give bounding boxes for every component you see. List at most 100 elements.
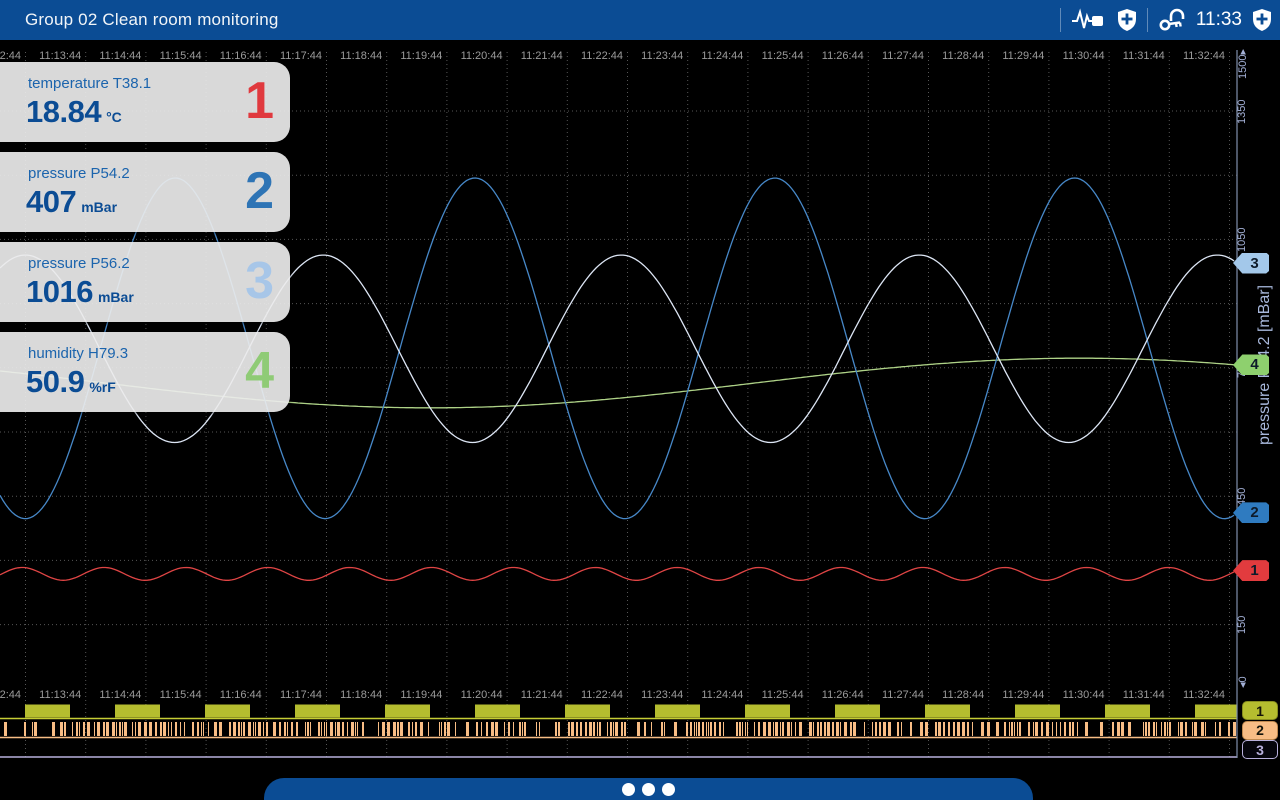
time-label: 11:31:44 <box>1123 689 1165 701</box>
event-row-badge-3[interactable]: 3 <box>1242 740 1278 759</box>
event-bar-row2 <box>219 722 222 736</box>
time-label: 11:12:44 <box>0 50 21 62</box>
event-bar-row2 <box>171 722 172 736</box>
event-bar-row2 <box>168 722 169 736</box>
event-bar-row2 <box>710 722 712 736</box>
event-bar-row2 <box>702 722 704 736</box>
event-bar-row1 <box>1015 705 1060 718</box>
channel-unit: mBar <box>81 199 117 215</box>
event-bar-row2 <box>476 722 478 736</box>
event-bar-row2 <box>690 722 692 736</box>
event-bar-row2 <box>883 722 886 736</box>
event-bar-row2 <box>1028 722 1030 736</box>
time-label: 11:24:44 <box>701 689 743 701</box>
event-bar-row2 <box>76 722 78 736</box>
event-bar-row2 <box>943 722 945 736</box>
event-bar-row2 <box>400 722 403 736</box>
event-bar-row2 <box>201 722 202 736</box>
event-bar-row2 <box>745 722 746 736</box>
channel-card-2[interactable]: pressure P54.2407mBar2 <box>0 152 290 232</box>
channel-value: 18.84 <box>26 94 101 130</box>
event-bar-row2 <box>795 722 796 736</box>
event-bar-row2 <box>324 722 325 736</box>
event-bar-row2 <box>420 722 423 736</box>
event-bar-row2 <box>719 722 721 736</box>
event-bar-row2 <box>739 722 741 736</box>
event-bar-row2 <box>1145 722 1147 736</box>
bottom-sheet-handle[interactable] <box>264 778 1033 800</box>
event-bar-row2 <box>1033 722 1034 736</box>
event-bar-row2 <box>347 722 348 736</box>
event-bar-row2 <box>624 722 626 736</box>
event-bar-row2 <box>953 722 955 736</box>
time-label: 11:23:44 <box>641 50 683 62</box>
event-bar-row1 <box>1195 705 1237 718</box>
channel-name: pressure P54.2 <box>28 165 130 182</box>
event-bar-row2 <box>138 722 141 736</box>
time-label: 11:30:44 <box>1063 50 1105 62</box>
y-tick-1350: 1350 <box>1236 100 1248 124</box>
event-bar-row2 <box>799 722 802 736</box>
event-bar-row2 <box>593 722 595 736</box>
channel-value: 407 <box>26 184 76 220</box>
event-bar-row2 <box>241 722 242 736</box>
event-bar-row2 <box>103 722 105 736</box>
event-bar-row2 <box>455 722 456 736</box>
event-bar-row2 <box>1121 722 1124 736</box>
time-label: 11:14:44 <box>99 689 141 701</box>
event-bar-row2 <box>351 722 354 736</box>
event-bar-row2 <box>824 722 826 736</box>
event-bar-row2 <box>342 722 344 736</box>
event-bar-row2 <box>310 722 311 736</box>
time-label: 11:30:44 <box>1063 689 1105 701</box>
event-bar-row2 <box>1069 722 1071 736</box>
event-bar-row2 <box>144 722 147 736</box>
event-bar-row1 <box>835 705 880 718</box>
event-bar-row2 <box>307 722 309 736</box>
event-bar-row2 <box>539 722 540 736</box>
event-bar-row2 <box>957 722 960 736</box>
event-bar-row2 <box>832 722 834 736</box>
event-row-badge-2[interactable]: 2 <box>1242 721 1278 740</box>
event-bar-row2 <box>79 722 80 736</box>
event-bar-row2 <box>775 722 778 736</box>
event-row-badge-1[interactable]: 1 <box>1242 701 1278 720</box>
event-bar-row2 <box>610 722 612 736</box>
time-label: 11:16:44 <box>220 50 262 62</box>
event-bar-row2 <box>192 722 194 736</box>
event-bar-row2 <box>513 722 514 736</box>
event-bar-row2 <box>758 722 760 736</box>
event-bar-row2 <box>576 722 578 736</box>
event-bar-row2 <box>508 722 510 736</box>
event-bar-row2 <box>987 722 990 736</box>
event-bar-row2 <box>1100 722 1103 736</box>
channel-card-3[interactable]: pressure P56.21016mBar3 <box>0 242 290 322</box>
event-bar-row2 <box>589 722 592 736</box>
event-bar-row2 <box>935 722 937 736</box>
event-bar-row2 <box>184 722 185 736</box>
event-bar-row2 <box>1228 722 1230 736</box>
event-bar-row2 <box>1052 722 1053 736</box>
channel-card-4[interactable]: humidity H79.350.9%rF4 <box>0 332 290 412</box>
event-bar-row2 <box>519 722 521 736</box>
event-bar-row2 <box>599 722 601 736</box>
event-bar-row2 <box>780 722 781 736</box>
event-bar-row2 <box>382 722 385 736</box>
event-bar-row2 <box>637 722 640 736</box>
event-bar-row2 <box>296 722 298 736</box>
event-bar-row2 <box>155 722 157 736</box>
event-bar-row2 <box>613 722 614 736</box>
event-bar-row2 <box>910 722 912 736</box>
event-bar-row2 <box>1143 722 1144 736</box>
channel-card-1[interactable]: temperature T38.118.84°C1 <box>0 62 290 142</box>
event-bar-row1 <box>1105 705 1150 718</box>
event-bar-row2 <box>809 722 812 736</box>
event-bar-row2 <box>481 722 482 736</box>
time-label: 11:21:44 <box>521 50 563 62</box>
event-bar-row2 <box>1017 722 1018 736</box>
event-bar-row2 <box>1004 722 1006 736</box>
time-label: 11:31:44 <box>1123 50 1165 62</box>
event-bar-row2 <box>284 722 286 736</box>
event-bar-row2 <box>558 722 560 736</box>
event-bar-row2 <box>378 722 379 736</box>
